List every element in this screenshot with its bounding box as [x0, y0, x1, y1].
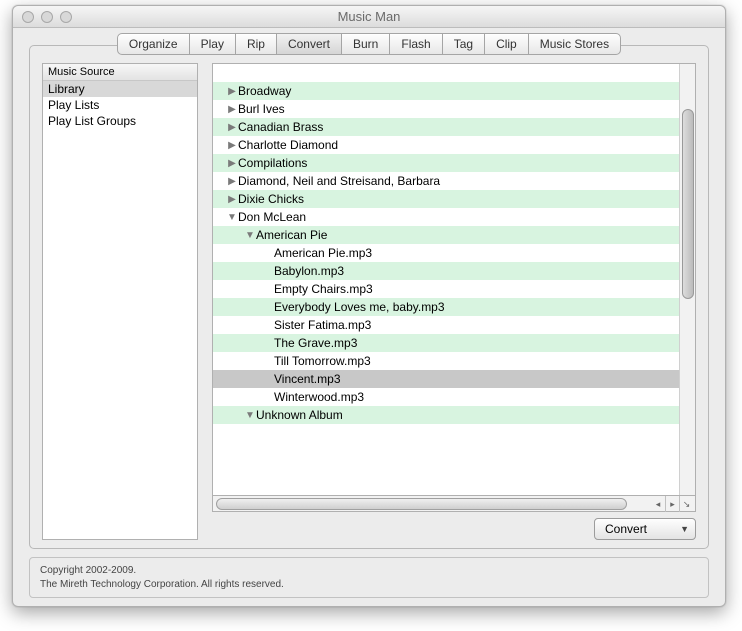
tree-row[interactable]: ▶Canadian Brass [213, 118, 679, 136]
disclosure-right-icon[interactable]: ▶ [227, 137, 237, 154]
tree-row-label: Till Tomorrow.mp3 [274, 354, 371, 368]
convert-button[interactable]: Convert ▼ [594, 518, 696, 540]
tree-row[interactable]: ▶Broadway [213, 82, 679, 100]
disclosure-right-icon[interactable]: ▶ [227, 83, 237, 100]
tree-row[interactable]: ▶Compilations [213, 154, 679, 172]
tree-row-label: American Pie.mp3 [274, 246, 372, 260]
tree-row[interactable]: Babylon.mp3 [213, 262, 679, 280]
tree-row[interactable]: ▼American Pie [213, 226, 679, 244]
disclosure-down-icon[interactable]: ▼ [245, 407, 255, 424]
tab-organize[interactable]: Organize [118, 34, 190, 54]
tab-play[interactable]: Play [190, 34, 236, 54]
tree-row[interactable]: ▼Don McLean [213, 208, 679, 226]
tree-row-label: Burl Ives [238, 102, 285, 116]
resize-grip-icon[interactable]: ↘ [679, 496, 693, 512]
scroll-left-icon[interactable]: ◂ [651, 499, 665, 510]
horizontal-scrollbar[interactable]: ◂ ▸ ↘ [212, 496, 696, 512]
scroll-arrows: ◂ ▸ ↘ [651, 496, 693, 512]
tree-row[interactable]: Winterwood.mp3 [213, 388, 679, 406]
chevron-down-icon: ▼ [680, 524, 689, 534]
tree-row[interactable]: Till Tomorrow.mp3 [213, 352, 679, 370]
window-title: Music Man [13, 9, 725, 24]
tree-row[interactable]: Sister Fatima.mp3 [213, 316, 679, 334]
content-box: Music Source LibraryPlay ListsPlay List … [29, 45, 709, 549]
tree-row-label: Don McLean [238, 210, 306, 224]
tree-row[interactable]: ▼Unknown Album [213, 406, 679, 424]
tab-rip[interactable]: Rip [236, 34, 277, 54]
tab-music-stores[interactable]: Music Stores [529, 34, 620, 54]
tree-row-label: Compilations [238, 156, 307, 170]
tree-row-label: Vincent.mp3 [274, 372, 341, 386]
tree-row-label: The Grave.mp3 [274, 336, 357, 350]
tab-tag[interactable]: Tag [443, 34, 485, 54]
window-body: OrganizePlayRipConvertBurnFlashTagClipMu… [13, 28, 725, 606]
tab-flash[interactable]: Flash [390, 34, 442, 54]
disclosure-right-icon[interactable]: ▶ [227, 173, 237, 190]
tab-clip[interactable]: Clip [485, 34, 529, 54]
tree-row-label: Canadian Brass [238, 120, 323, 134]
disclosure-down-icon[interactable]: ▼ [227, 209, 237, 226]
tab-burn[interactable]: Burn [342, 34, 390, 54]
tree-row-label: Unknown Album [256, 408, 343, 422]
window: Music Man OrganizePlayRipConvertBurnFlas… [12, 5, 726, 607]
disclosure-right-icon[interactable]: ▶ [227, 119, 237, 136]
copyright-line1: Copyright 2002-2009. [40, 564, 698, 578]
tree-row[interactable]: The Grave.mp3 [213, 334, 679, 352]
disclosure-right-icon[interactable]: ▶ [227, 155, 237, 172]
tabbar: OrganizePlayRipConvertBurnFlashTagClipMu… [29, 33, 709, 55]
sidebar-item-play-lists[interactable]: Play Lists [43, 97, 197, 113]
tree-row[interactable]: Everybody Loves me, baby.mp3 [213, 298, 679, 316]
tree-row-label: American Pie [256, 228, 327, 242]
tree-row[interactable]: ▶Burl Ives [213, 100, 679, 118]
scroll-right-icon[interactable]: ▸ [665, 496, 679, 512]
tree-row[interactable]: American Pie.mp3 [213, 244, 679, 262]
tree-row-label: Empty Chairs.mp3 [274, 282, 373, 296]
tree-row[interactable] [213, 64, 679, 82]
tree-row-label: Sister Fatima.mp3 [274, 318, 371, 332]
tree-row[interactable]: Empty Chairs.mp3 [213, 280, 679, 298]
vertical-scroll-thumb[interactable] [682, 109, 694, 299]
copyright-line2: The Mireth Technology Corporation. All r… [40, 578, 698, 592]
tree-row-label: Broadway [238, 84, 291, 98]
tree-row[interactable]: Vincent.mp3 [213, 370, 679, 388]
tree-row-label: Diamond, Neil and Streisand, Barbara [238, 174, 440, 188]
tree-panel: ▶Broadway▶Burl Ives▶Canadian Brass▶Charl… [212, 63, 696, 540]
tree-row-label: Dixie Chicks [238, 192, 304, 206]
tree-row[interactable]: ▶Dixie Chicks [213, 190, 679, 208]
tree-row[interactable]: ▶Diamond, Neil and Streisand, Barbara [213, 172, 679, 190]
footer: Copyright 2002-2009. The Mireth Technolo… [29, 557, 709, 598]
disclosure-down-icon[interactable]: ▼ [245, 227, 255, 244]
titlebar: Music Man [13, 6, 725, 28]
tab-segment: OrganizePlayRipConvertBurnFlashTagClipMu… [117, 33, 621, 55]
tree-row-label: Babylon.mp3 [274, 264, 344, 278]
sidebar-header: Music Source [43, 64, 197, 81]
tree-wrap: ▶Broadway▶Burl Ives▶Canadian Brass▶Charl… [212, 63, 696, 496]
sidebar: Music Source LibraryPlay ListsPlay List … [42, 63, 198, 540]
split-pane: Music Source LibraryPlay ListsPlay List … [42, 63, 696, 540]
sidebar-item-library[interactable]: Library [43, 81, 197, 97]
tree-row-label: Charlotte Diamond [238, 138, 338, 152]
convert-button-label: Convert [605, 522, 647, 536]
disclosure-right-icon[interactable]: ▶ [227, 101, 237, 118]
action-row: Convert ▼ [212, 518, 696, 540]
tree-row-label: Everybody Loves me, baby.mp3 [274, 300, 445, 314]
sidebar-item-play-list-groups[interactable]: Play List Groups [43, 113, 197, 129]
horizontal-scroll-thumb[interactable] [216, 498, 627, 510]
tree-row-label: Winterwood.mp3 [274, 390, 364, 404]
tab-convert[interactable]: Convert [277, 34, 342, 54]
disclosure-right-icon[interactable]: ▶ [227, 191, 237, 208]
vertical-scrollbar[interactable] [679, 64, 695, 495]
tree-row[interactable]: ▶Charlotte Diamond [213, 136, 679, 154]
tree[interactable]: ▶Broadway▶Burl Ives▶Canadian Brass▶Charl… [213, 64, 679, 495]
